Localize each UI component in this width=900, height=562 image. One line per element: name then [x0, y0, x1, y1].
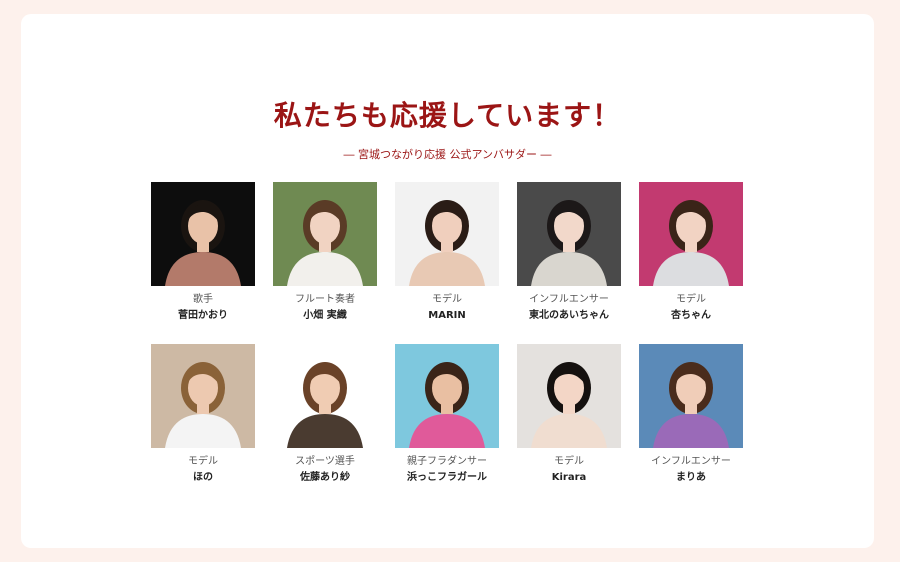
ambassador-item: フルート奏者 小畑 実織 [273, 182, 377, 322]
portrait-image [151, 344, 255, 448]
ambassador-photo [395, 182, 499, 286]
ambassador-photo [151, 344, 255, 448]
ambassador-role: モデル [554, 456, 584, 467]
ambassador-photo [273, 344, 377, 448]
ambassador-role: インフルエンサー [651, 456, 731, 467]
portrait-image [639, 344, 743, 448]
ambassador-item: モデル MARIN [395, 182, 499, 322]
ambassador-item: 歌手 菅田かおり [151, 182, 255, 322]
ambassador-name: Kirara [551, 472, 587, 483]
ambassador-photo [273, 182, 377, 286]
portrait-image [273, 182, 377, 286]
ambassador-name: まりあ [676, 472, 706, 483]
ambassador-name: 菅田かおり [178, 310, 228, 321]
ambassador-role: フルート奏者 [295, 294, 355, 305]
portrait-image [395, 344, 499, 448]
ambassador-name: MARIN [428, 310, 466, 321]
section-title: 私たちも応援しています！ [273, 99, 622, 132]
portrait-image [517, 182, 621, 286]
ambassador-role: モデル [188, 456, 218, 467]
portrait-image [395, 182, 499, 286]
ambassador-name: 小畑 実織 [303, 310, 347, 321]
ambassador-name: 佐藤あり紗 [300, 472, 350, 483]
ambassador-name: ほの [193, 472, 213, 483]
ambassador-item: モデル Kirara [517, 344, 621, 484]
ambassador-photo [395, 344, 499, 448]
ambassador-name: 東北のあいちゃん [529, 310, 609, 321]
ambassador-role: モデル [432, 294, 462, 305]
ambassador-name: 杏ちゃん [671, 310, 711, 321]
portrait-image [517, 344, 621, 448]
ambassador-photo [639, 344, 743, 448]
portrait-image [273, 344, 377, 448]
ambassador-photo [517, 344, 621, 448]
ambassador-photo [517, 182, 621, 286]
ambassador-item: スポーツ選手 佐藤あり紗 [273, 344, 377, 484]
ambassador-item: 親子フラダンサー 浜っこフラガール [395, 344, 499, 484]
portrait-image [151, 182, 255, 286]
ambassador-item: モデル ほの [151, 344, 255, 484]
section-subtitle: ― 宮城つながり応援 公式アンバサダー ― [343, 148, 552, 161]
ambassador-role: 歌手 [193, 294, 213, 305]
ambassador-role: スポーツ選手 [295, 456, 355, 467]
ambassador-role: モデル [676, 294, 706, 305]
ambassador-photo [639, 182, 743, 286]
ambassador-name: 浜っこフラガール [407, 472, 487, 483]
ambassador-item: インフルエンサー まりあ [639, 344, 743, 484]
ambassador-role: 親子フラダンサー [407, 456, 487, 467]
portrait-image [639, 182, 743, 286]
ambassador-item: インフルエンサー 東北のあいちゃん [517, 182, 621, 322]
ambassador-item: モデル 杏ちゃん [639, 182, 743, 322]
ambassador-grid: 歌手 菅田かおり フルート奏者 小畑 実織 モデル MARIN インフルエンサー… [151, 182, 751, 484]
ambassador-photo [151, 182, 255, 286]
ambassador-role: インフルエンサー [529, 294, 609, 305]
